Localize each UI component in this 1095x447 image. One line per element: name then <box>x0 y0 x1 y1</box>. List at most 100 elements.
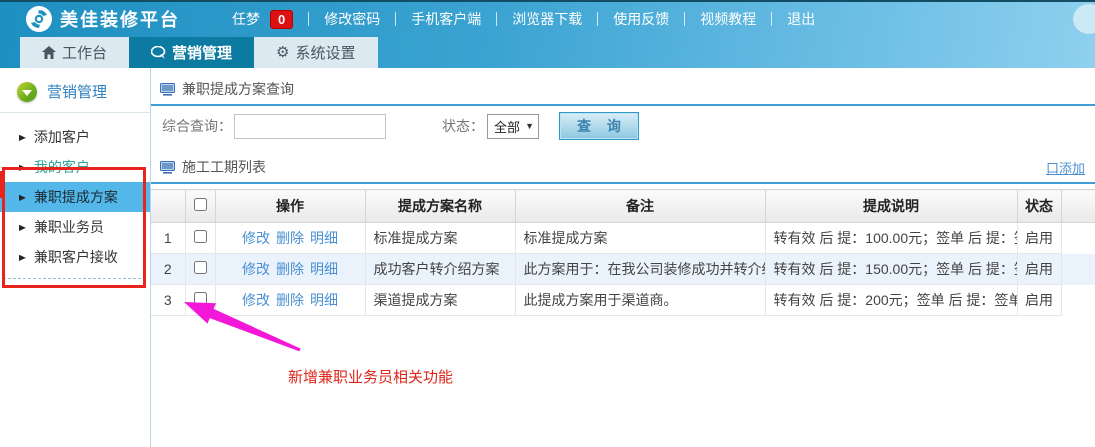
status-cell: 启用 <box>1017 285 1061 316</box>
sidebar-item-parttime-commission-plan[interactable]: ▶ 兼职提成方案 <box>0 182 150 212</box>
monitor-icon <box>160 83 175 96</box>
bullet-triangle-icon: ▶ <box>19 252 26 262</box>
sidebar-item-label: 添加客户 <box>34 127 90 147</box>
table-row: 2 修改删除明细 成功客户转介绍方案 此方案用于：在我公司装修成功并转介绍的客 … <box>151 254 1095 285</box>
sidebar-item-add-customer[interactable]: ▶ 添加客户 <box>0 122 150 152</box>
delete-link[interactable]: 删除 <box>276 261 304 277</box>
table-row: 1 修改删除明细 标准提成方案 标准提成方案 转有效 后 提：100.00元；签… <box>151 223 1095 254</box>
plan-name-cell: 标准提成方案 <box>365 223 515 254</box>
menu-separator <box>597 12 598 26</box>
menu-logout[interactable]: 退出 <box>787 9 815 29</box>
add-plan-link[interactable]: 口添加 <box>1046 158 1085 177</box>
delete-link[interactable]: 删除 <box>276 292 304 308</box>
list-section-header: 施工工期列表 口添加 <box>151 146 1095 184</box>
bullet-triangle-icon: ▶ <box>19 192 26 202</box>
menu-separator <box>771 12 772 26</box>
search-section-title: 兼职提成方案查询 <box>182 79 294 99</box>
search-form: 综合查询： 状态： 全部 ▼ 查 询 <box>151 106 1095 146</box>
menu-separator <box>395 12 396 26</box>
top-header: 美佳装修平台 任梦 0 修改密码 手机客户端 浏览器下载 使用反馈 视频教程 退… <box>0 0 1095 68</box>
sidebar-group-header[interactable]: 营销管理 <box>0 68 150 112</box>
header-note: 备注 <box>515 190 765 223</box>
main-nav-tabs: 工作台 营销管理 ⚙ 系统设置 <box>20 37 378 68</box>
sidebar-dashed-divider <box>3 278 146 279</box>
sidebar-item-label: 我的客户 <box>34 157 90 177</box>
detail-link[interactable]: 明细 <box>310 230 338 246</box>
row-checkbox[interactable] <box>194 292 207 305</box>
header-operations: 操作 <box>215 190 365 223</box>
status-select[interactable]: 全部 ▼ <box>487 114 539 139</box>
row-number: 2 <box>151 254 185 285</box>
sidebar-item-my-customers[interactable]: ▶ 我的客户 <box>0 152 150 182</box>
monitor-icon <box>160 161 175 174</box>
menu-separator <box>496 12 497 26</box>
plan-name-cell: 成功客户转介绍方案 <box>365 254 515 285</box>
menu-separator <box>684 12 685 26</box>
collapse-circle-icon[interactable] <box>17 82 37 102</box>
trailing-cell <box>1061 285 1095 316</box>
menu-mobile-client[interactable]: 手机客户端 <box>411 9 481 29</box>
brand-logo-icon <box>26 6 52 32</box>
bullet-triangle-icon: ▶ <box>19 162 26 172</box>
select-all-checkbox[interactable] <box>194 198 207 211</box>
plan-name-cell: 渠道提成方案 <box>365 285 515 316</box>
note-cell: 此提成方案用于渠道商。 <box>515 285 765 316</box>
sidebar-item-parttime-salesman[interactable]: ▶ 兼职业务员 <box>0 212 150 242</box>
comment-icon <box>151 46 166 59</box>
header-row-number <box>151 190 185 223</box>
user-name[interactable]: 任梦 <box>232 9 260 29</box>
menu-video-tutorial[interactable]: 视频教程 <box>700 9 756 29</box>
tab-label: 营销管理 <box>172 42 232 63</box>
tab-label: 工作台 <box>62 42 107 63</box>
top-bar: 美佳装修平台 任梦 0 修改密码 手机客户端 浏览器下载 使用反馈 视频教程 退… <box>0 0 1095 36</box>
menu-change-password[interactable]: 修改密码 <box>324 9 380 29</box>
row-number: 1 <box>151 223 185 254</box>
notification-badge[interactable]: 0 <box>270 10 293 29</box>
table-row: 3 修改删除明细 渠道提成方案 此提成方案用于渠道商。 转有效 后 提：200元… <box>151 285 1095 316</box>
bullet-triangle-icon: ▶ <box>19 132 26 142</box>
top-menu: 任梦 0 修改密码 手机客户端 浏览器下载 使用反馈 视频教程 退出 <box>232 9 815 29</box>
status-cell: 启用 <box>1017 223 1061 254</box>
tab-workbench[interactable]: 工作台 <box>20 37 129 68</box>
header-status: 状态 <box>1017 190 1061 223</box>
menu-browser-download[interactable]: 浏览器下载 <box>512 9 582 29</box>
detail-link[interactable]: 明细 <box>310 292 338 308</box>
commission-desc-cell: 转有效 后 提：100.00元；签单 后 提：签 <box>765 223 1017 254</box>
note-cell: 标准提成方案 <box>515 223 765 254</box>
row-operations: 修改删除明细 <box>215 223 365 254</box>
tab-marketing[interactable]: 营销管理 <box>129 37 254 68</box>
row-operations: 修改删除明细 <box>215 254 365 285</box>
main-content: 兼职提成方案查询 综合查询： 状态： 全部 ▼ 查 询 施工工期列表 <box>151 68 1095 447</box>
edit-link[interactable]: 修改 <box>242 230 270 246</box>
dropdown-arrow-icon: ▼ <box>525 121 534 131</box>
header-plan-name: 提成方案名称 <box>365 190 515 223</box>
query-button[interactable]: 查 询 <box>559 112 639 140</box>
commission-desc-cell: 转有效 后 提：200元；签单 后 提：签单 <box>765 285 1017 316</box>
menu-separator <box>308 12 309 26</box>
sidebar-group-title: 营销管理 <box>47 81 107 102</box>
query-label: 综合查询： <box>162 116 232 136</box>
brand-title: 美佳装修平台 <box>60 6 180 32</box>
bullet-triangle-icon: ▶ <box>19 222 26 232</box>
app-window: 美佳装修平台 任梦 0 修改密码 手机客户端 浏览器下载 使用反馈 视频教程 退… <box>0 0 1095 447</box>
sidebar-item-label: 兼职提成方案 <box>34 187 118 207</box>
tab-system-settings[interactable]: ⚙ 系统设置 <box>254 37 377 68</box>
tab-label: 系统设置 <box>295 42 355 63</box>
row-checkbox[interactable] <box>194 261 207 274</box>
commission-desc-cell: 转有效 后 提：150.00元；签单 后 提：签 <box>765 254 1017 285</box>
edit-link[interactable]: 修改 <box>242 292 270 308</box>
menu-feedback[interactable]: 使用反馈 <box>613 9 669 29</box>
delete-link[interactable]: 删除 <box>276 230 304 246</box>
query-input[interactable] <box>234 114 386 139</box>
sidebar: 营销管理 ▶ 添加客户 ▶ 我的客户 ▶ 兼职提成方案 ▶ 兼职业务员 <box>0 68 151 447</box>
row-checkbox[interactable] <box>194 230 207 243</box>
gear-icon: ⚙ <box>276 45 289 60</box>
sidebar-item-parttime-customer-receive[interactable]: ▶ 兼职客户接收 <box>0 242 150 272</box>
edit-link[interactable]: 修改 <box>242 261 270 277</box>
row-number: 3 <box>151 285 185 316</box>
detail-link[interactable]: 明细 <box>310 261 338 277</box>
sidebar-item-label: 兼职客户接收 <box>34 247 118 267</box>
status-selected-value: 全部 <box>494 117 520 136</box>
trailing-cell <box>1061 223 1095 254</box>
plans-table: 操作 提成方案名称 备注 提成说明 状态 1 修改删除明细 <box>151 189 1095 316</box>
